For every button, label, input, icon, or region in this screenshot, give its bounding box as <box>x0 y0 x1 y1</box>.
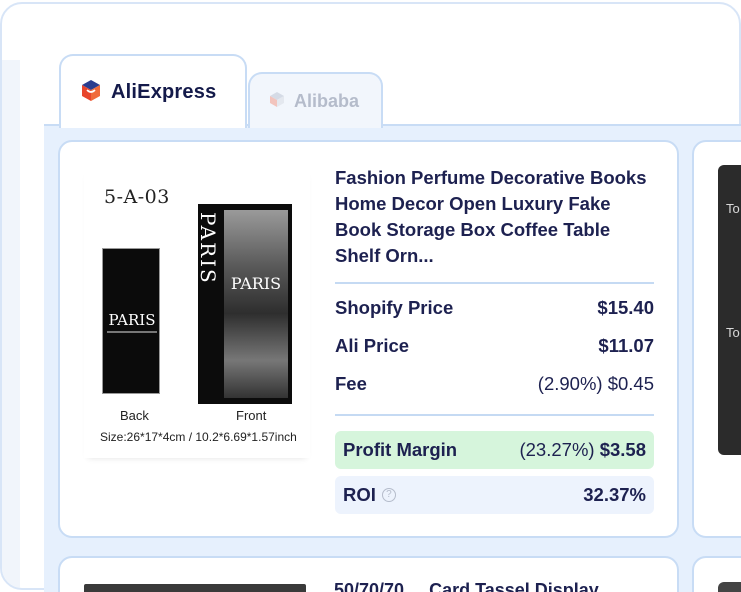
book-cover-photo: PARIS <box>224 210 288 398</box>
fee-label: Fee <box>335 373 367 394</box>
tab-alibaba-label: Alibaba <box>294 90 360 111</box>
profit-margin-value: $3.58 <box>599 439 646 460</box>
next-product-thumbnail-right[interactable] <box>718 582 741 592</box>
back-label: Back <box>120 408 149 423</box>
book-front-picture: PARIS PARIS <box>196 204 292 404</box>
product-title[interactable]: Fashion Perfume Decorative Books Home De… <box>335 165 655 269</box>
ali-price-label: Ali Price <box>335 335 410 356</box>
book-front-title: PARIS <box>230 274 282 293</box>
profit-margin-label: Profit Margin <box>343 439 458 460</box>
aliexpress-cart-icon <box>79 77 103 108</box>
size-text: Size:26*17*4cm / 10.2*6.69*1.57inch <box>100 430 297 444</box>
shopify-price-value: $15.40 <box>597 297 654 318</box>
shopify-price-label: Shopify Price <box>335 297 454 318</box>
divider <box>335 282 654 284</box>
fee-row: Fee (2.90%) $0.45 <box>335 373 654 395</box>
profit-margin-percent: (23.27%) <box>519 439 595 460</box>
product-image[interactable]: 5-A-03 PARIS PARIS PARIS Back Front Size… <box>84 168 310 458</box>
left-strip <box>2 60 20 588</box>
profit-margin-values: (23.27%) $3.58 <box>519 439 646 461</box>
tab-aliexpress[interactable]: AliExpress <box>59 54 247 128</box>
book-back-subtitle-line <box>107 331 157 333</box>
ali-price-row: Ali Price $11.07 <box>335 335 654 357</box>
right-thumb-text: To <box>726 325 740 340</box>
shopify-price-row: Shopify Price $15.40 <box>335 297 654 319</box>
divider <box>335 414 654 416</box>
question-icon[interactable]: ? <box>381 488 396 502</box>
ali-price-value: $11.07 <box>598 335 654 356</box>
right-thumb-text: To <box>726 201 740 216</box>
next-product-thumbnail[interactable] <box>84 584 306 592</box>
tab-alibaba[interactable]: Alibaba <box>248 72 383 128</box>
alibaba-box-icon <box>268 90 286 113</box>
book-spine-title: PARIS <box>196 212 220 285</box>
roi-label-group: ROI? <box>343 484 396 506</box>
roi-label: ROI <box>343 484 376 505</box>
product-image-sku: 5-A-03 <box>104 186 170 208</box>
front-label: Front <box>236 408 267 423</box>
book-back-title: PARIS <box>108 311 156 329</box>
right-product-thumbnail[interactable]: To To <box>718 165 741 455</box>
profit-margin-row: Profit Margin (23.27%) $3.58 <box>335 431 654 469</box>
book-back-picture: PARIS <box>102 248 160 394</box>
roi-value: 32.37% <box>583 484 646 505</box>
fee-value: (2.90%) $0.45 <box>537 373 654 394</box>
next-product-title[interactable]: 50/70/70 ... Card Tassel Display <box>334 580 644 592</box>
tab-aliexpress-label: AliExpress <box>111 80 217 103</box>
roi-row: ROI? 32.37% <box>335 476 654 514</box>
